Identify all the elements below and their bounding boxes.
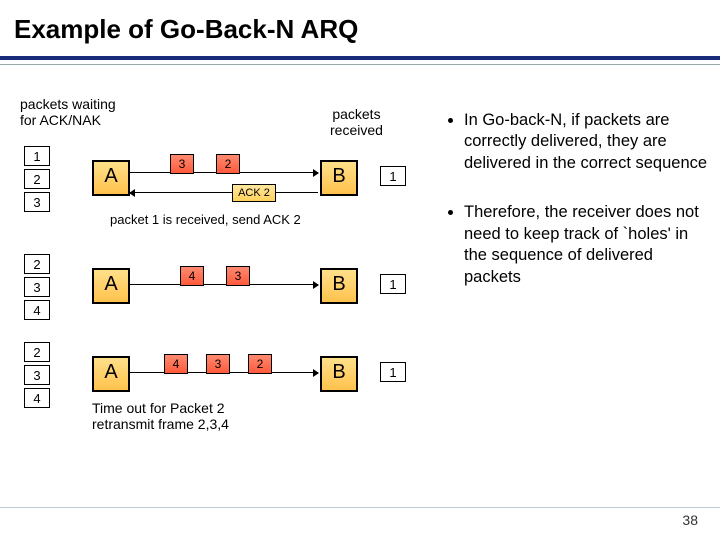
page-title: Example of Go-Back-N ARQ [14, 14, 358, 45]
node-b: B [320, 356, 358, 392]
sender-queue: 1 2 3 [24, 146, 50, 215]
bullet-item: Therefore, the receiver does not need to… [464, 202, 708, 288]
title-rule [0, 56, 720, 60]
packet-in-transit: 3 [206, 354, 230, 374]
receiver-queue: 1 [380, 362, 406, 385]
node-b: B [320, 268, 358, 304]
queue-box: 1 [24, 146, 50, 166]
protocol-diagram: packets waiting for ACK/NAK packets rece… [20, 110, 440, 470]
queue-box: 4 [24, 388, 50, 408]
packet-in-transit: 3 [226, 266, 250, 286]
page-number: 38 [682, 512, 698, 528]
row-caption: Time out for Packet 2 retransmit frame 2… [92, 400, 229, 432]
node-a: A [92, 160, 130, 196]
queue-box: 3 [24, 277, 50, 297]
sender-queue: 2 3 4 [24, 342, 50, 411]
arrow-ack [130, 192, 318, 193]
node-a: A [92, 356, 130, 392]
label-waiting: packets waiting for ACK/NAK [20, 96, 116, 128]
packet-in-transit: 3 [170, 154, 194, 174]
node-a: A [92, 268, 130, 304]
packet-in-transit: 4 [164, 354, 188, 374]
queue-box: 3 [24, 365, 50, 385]
queue-box: 2 [24, 342, 50, 362]
arrow-send [130, 284, 318, 285]
queue-box: 2 [24, 254, 50, 274]
queue-box: 3 [24, 192, 50, 212]
delivered-box: 1 [380, 274, 406, 294]
title-rule-thin [0, 64, 720, 65]
row-caption: packet 1 is received, send ACK 2 [110, 212, 301, 227]
node-b: B [320, 160, 358, 196]
packet-in-transit: 4 [180, 266, 204, 286]
packet-in-transit: 2 [216, 154, 240, 174]
ack-box: ACK 2 [232, 184, 276, 202]
packet-in-transit: 2 [248, 354, 272, 374]
sender-queue: 2 3 4 [24, 254, 50, 323]
delivered-box: 1 [380, 166, 406, 186]
queue-box: 2 [24, 169, 50, 189]
footer-rule [0, 507, 720, 508]
bullet-list: In Go-back-N, if packets are correctly d… [448, 110, 708, 316]
delivered-box: 1 [380, 362, 406, 382]
receiver-queue: 1 [380, 274, 406, 297]
bullet-item: In Go-back-N, if packets are correctly d… [464, 110, 708, 174]
receiver-queue: 1 [380, 166, 406, 189]
queue-box: 4 [24, 300, 50, 320]
label-received: packets received [330, 106, 383, 138]
